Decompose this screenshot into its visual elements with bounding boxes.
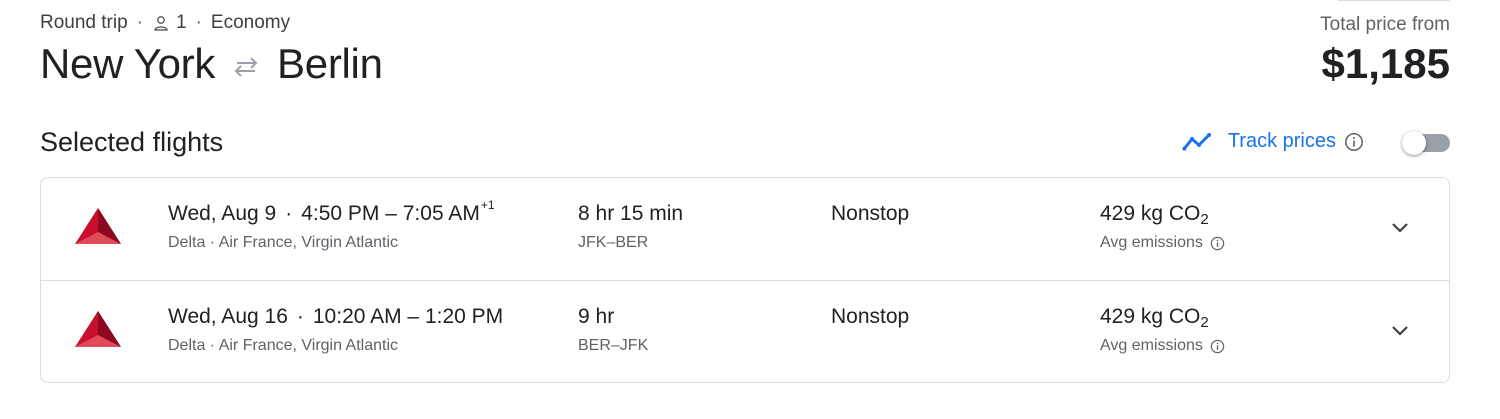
track-prices[interactable]: Track prices: [1182, 130, 1364, 153]
flight-times: 4:50 PM – 7:05 AM: [301, 202, 480, 225]
info-icon[interactable]: [1210, 236, 1225, 251]
chevron-down-icon[interactable]: [1389, 216, 1411, 238]
flight-row-return[interactable]: Wed, Aug 16 · 10:20 AM – 1:20 PM Delta · A…: [41, 281, 1449, 383]
flight-row-outbound[interactable]: Wed, Aug 9 · 4:50 PM – 7:05 AM+1 Delta · A…: [41, 178, 1449, 280]
passenger-count[interactable]: 1: [176, 12, 187, 34]
info-icon[interactable]: [1210, 339, 1225, 354]
person-icon: [154, 16, 168, 31]
day-offset: +1: [480, 198, 495, 212]
flight-date: Wed, Aug 16: [168, 305, 288, 328]
co2-emissions: 429 kg CO2: [1100, 202, 1209, 228]
flight-times: 10:20 AM – 1:20 PM: [312, 305, 504, 328]
co2-value: 429 kg CO: [1100, 202, 1201, 225]
track-prices-toggle[interactable]: [1402, 131, 1450, 155]
trip-summary: Round trip · 1 · Economy: [40, 12, 290, 34]
co2-emissions: 429 kg CO2: [1100, 305, 1209, 331]
track-prices-label[interactable]: Track prices: [1228, 130, 1336, 153]
delta-logo-icon: [75, 208, 121, 244]
chevron-down-icon[interactable]: [1389, 319, 1411, 341]
emissions-label: Avg emissions: [1100, 234, 1225, 252]
co2-subscript: 2: [1200, 314, 1209, 331]
flight-date: Wed, Aug 9: [168, 202, 277, 225]
flight-date-time: Wed, Aug 16 · 10:20 AM – 1:20 PM: [168, 305, 504, 329]
flight-stops: Nonstop: [831, 202, 910, 225]
flight-airports: BER–JFK: [578, 337, 649, 354]
total-price: $1,185: [1321, 40, 1450, 87]
flight-duration: 8 hr 15 min: [578, 202, 684, 225]
flight-stops: Nonstop: [831, 305, 910, 328]
trending-line-icon: [1182, 132, 1211, 150]
trip-type[interactable]: Round trip: [40, 12, 128, 34]
route-title: New York Berlin: [40, 40, 383, 88]
swap-arrows-icon: [234, 57, 258, 77]
emissions-text: Avg emissions: [1100, 234, 1203, 251]
co2-value: 429 kg CO: [1100, 305, 1201, 328]
co2-subscript: 2: [1200, 211, 1209, 228]
separator-dot: ·: [195, 12, 202, 33]
toggle-knob[interactable]: [1402, 131, 1426, 155]
delta-logo-icon: [75, 311, 121, 347]
flight-date-time: Wed, Aug 9 · 4:50 PM – 7:05 AM+1: [168, 198, 495, 226]
cabin-class[interactable]: Economy: [211, 12, 290, 34]
separator-dot: ·: [285, 202, 293, 225]
emissions-label: Avg emissions: [1100, 337, 1225, 355]
emissions-text: Avg emissions: [1100, 337, 1203, 354]
section-title: Selected flights: [40, 127, 224, 157]
origin-city: New York: [40, 40, 216, 87]
flight-carriers: Delta · Air France, Virgin Atlantic: [168, 234, 399, 251]
destination-city: Berlin: [277, 40, 383, 87]
top-divider: [1338, 0, 1450, 1]
separator-dot: ·: [136, 12, 143, 33]
info-icon[interactable]: [1344, 132, 1364, 152]
flight-airports: JFK–BER: [578, 234, 649, 251]
flight-carriers: Delta · Air France, Virgin Atlantic: [168, 337, 399, 354]
total-price-label: Total price from: [1320, 14, 1450, 35]
separator-dot: ·: [296, 305, 304, 328]
flight-duration: 9 hr: [578, 305, 615, 328]
